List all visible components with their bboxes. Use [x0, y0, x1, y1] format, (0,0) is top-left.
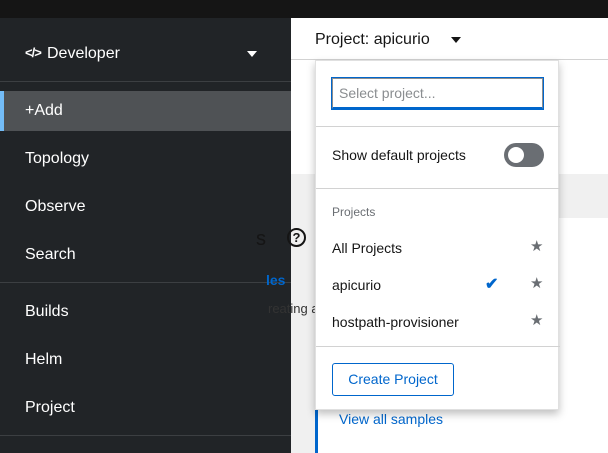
show-default-projects-toggle[interactable]: [504, 143, 544, 167]
view-all-samples-link[interactable]: View all samples: [339, 411, 443, 427]
sidebar-item-topology[interactable]: Topology: [0, 139, 291, 179]
code-icon: </>: [25, 45, 42, 60]
project-item-hostpath-provisioner[interactable]: hostpath-provisioner ★: [316, 305, 560, 339]
project-item-label: apicurio: [332, 277, 382, 293]
perspective-label: Developer: [47, 45, 120, 62]
sidebar-item-project[interactable]: Project: [0, 388, 291, 428]
chevron-down-icon: [247, 51, 257, 57]
projects-group-label: Projects: [332, 205, 376, 219]
project-bar: Project: apicurio: [291, 18, 608, 60]
star-icon[interactable]: ★: [530, 274, 543, 292]
sample-description: reating a: [268, 301, 319, 316]
sidebar-item-label: Observe: [25, 198, 86, 215]
perspective-switcher[interactable]: </> Developer: [0, 18, 291, 82]
toggle-knob: [508, 147, 524, 163]
sidebar-item-label: Helm: [25, 351, 63, 368]
sidebar-item-label: Search: [25, 246, 76, 263]
project-item-apicurio[interactable]: apicurio ✔ ★: [316, 268, 560, 302]
sidebar-item-helm[interactable]: Helm: [0, 340, 291, 380]
project-item-label: All Projects: [332, 240, 403, 256]
divider: [0, 282, 291, 283]
star-icon[interactable]: ★: [530, 237, 543, 255]
sidebar-item-label: Builds: [25, 303, 69, 320]
sample-link[interactable]: les: [266, 272, 285, 288]
project-dropdown-menu: Show default projects Projects All Proje…: [315, 60, 560, 410]
project-item-all[interactable]: All Projects ★: [316, 231, 560, 265]
project-item-label: hostpath-provisioner: [332, 314, 459, 330]
show-default-projects-label: Show default projects: [332, 147, 466, 163]
create-project-button[interactable]: Create Project: [332, 363, 454, 396]
divider: [316, 126, 560, 127]
divider: [0, 435, 291, 436]
project-selector-button[interactable]: Project: apicurio: [315, 31, 430, 49]
check-icon: ✔: [485, 276, 499, 293]
sidebar-item-add[interactable]: +Add: [0, 91, 291, 131]
sidebar-item-builds[interactable]: Builds: [0, 292, 291, 332]
sidebar-item-label: +Add: [25, 102, 63, 119]
sidebar-item-label: Topology: [25, 150, 90, 167]
sidebar-item-search[interactable]: Search: [0, 235, 291, 275]
card-title: s: [256, 228, 266, 250]
divider: [316, 346, 560, 347]
top-masthead: [0, 0, 608, 18]
help-icon[interactable]: ?: [287, 228, 306, 247]
sidebar-item-observe[interactable]: Observe: [0, 187, 291, 227]
divider: [316, 188, 560, 189]
chevron-down-icon[interactable]: [451, 37, 461, 43]
project-search-input[interactable]: [331, 77, 544, 110]
sidebar: </> Developer +Add Topology Observe Sear…: [0, 18, 291, 453]
star-icon[interactable]: ★: [530, 311, 543, 329]
sidebar-item-label: Project: [25, 399, 75, 416]
